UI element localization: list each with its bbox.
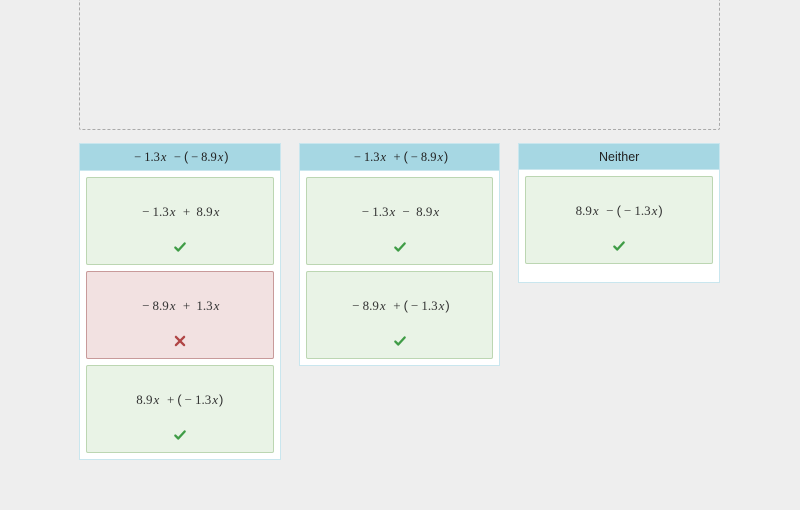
column-header: −1.3x +(−8.9x) [300, 144, 500, 171]
answer-card[interactable]: 8.9x −(−1.3x) [525, 176, 713, 264]
sort-column[interactable]: −1.3x −(−8.9x) −1.3x + 8.9x −8.9x + 1.3x 8.… [79, 143, 281, 460]
column-cards: −1.3x − 8.9x −8.9x +(−1.3x) [300, 171, 500, 365]
card-bank-dropzone[interactable] [79, 0, 720, 130]
check-icon [95, 239, 265, 258]
cross-icon [95, 333, 265, 352]
column-header: Neither [519, 144, 719, 170]
answer-card[interactable]: 8.9x +(−1.3x) [86, 365, 274, 453]
sort-columns: −1.3x −(−8.9x) −1.3x + 8.9x −8.9x + 1.3x 8.… [79, 143, 720, 460]
expression-text: −1.3x + 8.9x [95, 196, 265, 236]
answer-card[interactable]: −8.9x + 1.3x [86, 271, 274, 359]
check-icon [315, 239, 485, 258]
check-icon [534, 238, 704, 257]
column-cards: −1.3x + 8.9x −8.9x + 1.3x 8.9x +(−1.3x) [80, 171, 280, 459]
expression-text: −1.3x − 8.9x [315, 196, 485, 236]
check-icon [315, 333, 485, 352]
column-header: −1.3x −(−8.9x) [80, 144, 280, 171]
expression-text: 8.9x −(−1.3x) [534, 195, 704, 235]
sort-column[interactable]: Neither 8.9x −(−1.3x) [518, 143, 720, 283]
check-icon [95, 427, 265, 446]
expression-text: −8.9x +(−1.3x) [315, 290, 485, 330]
answer-card[interactable]: −8.9x +(−1.3x) [306, 271, 494, 359]
expression-text: −8.9x + 1.3x [95, 290, 265, 330]
expression-text: 8.9x +(−1.3x) [95, 384, 265, 424]
answer-card[interactable]: −1.3x + 8.9x [86, 177, 274, 265]
answer-card[interactable]: −1.3x − 8.9x [306, 177, 494, 265]
column-cards: 8.9x −(−1.3x) [519, 170, 719, 270]
sort-column[interactable]: −1.3x +(−8.9x) −1.3x − 8.9x −8.9x +(−1.3x) [299, 143, 501, 366]
